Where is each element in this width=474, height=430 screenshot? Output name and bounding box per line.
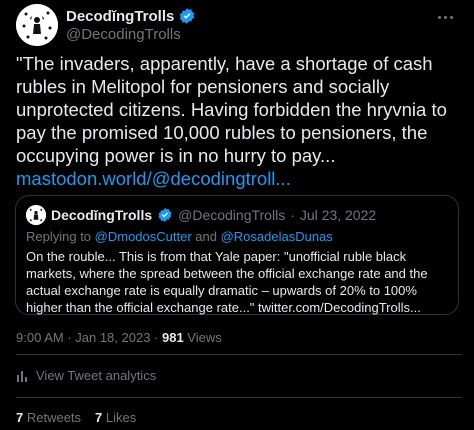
- quoted-date: Jul 23, 2022: [299, 207, 377, 223]
- quoted-tweet[interactable]: Decodĭng​Trolls @DecodingTrolls · Jul 23…: [15, 195, 459, 315]
- tweet-link[interactable]: mastodon.world/@decodingtroll...: [16, 168, 291, 189]
- replying-and: and: [191, 229, 221, 244]
- likes-stat[interactable]: 7 Likes: [95, 410, 136, 425]
- divider: [16, 397, 462, 398]
- retweets-stat[interactable]: 7 Retweets: [16, 410, 81, 425]
- mention-dmodoscutter[interactable]: @DmodosCutter: [95, 229, 192, 244]
- quoted-separator: ·: [290, 207, 295, 223]
- author-display-name[interactable]: Decodĭng​Trolls: [66, 8, 174, 25]
- divider: [16, 354, 462, 355]
- quoted-text: On the rouble... This is from that Yale …: [26, 249, 428, 315]
- tweet-timestamp-views: 9:00 AM · Jan 18, 2023 · 981 Views: [16, 330, 222, 345]
- mention-rosadelasdunas[interactable]: @RosadelasDunas: [221, 229, 333, 244]
- engagement-stats: 7 Retweets 7 Likes: [16, 410, 136, 425]
- verified-badge-icon: [178, 7, 196, 25]
- analytics-label: View Tweet analytics: [36, 368, 157, 383]
- views-label: Views: [183, 330, 222, 345]
- tweet-timestamp[interactable]: 9:00 AM · Jan 18, 2023 ·: [16, 330, 162, 345]
- views-count: 981: [161, 330, 184, 345]
- quoted-replying-to: Replying to @DmodosCutter and @Rosadelas…: [26, 229, 333, 244]
- bar-chart-icon: [16, 369, 30, 383]
- tweet-header: Decodĭng​Trolls @DecodingTrolls: [16, 0, 466, 50]
- tweet-text: "The invaders, apparently, have a shorta…: [16, 52, 462, 190]
- tweet-body: "The invaders, apparently, have a shorta…: [16, 53, 447, 166]
- quoted-verified-badge-icon: [157, 207, 173, 223]
- quoted-handle: @DecodingTrolls: [178, 207, 286, 223]
- retweets-label: Retweets: [23, 410, 82, 425]
- author-handle[interactable]: @DecodingTrolls: [66, 26, 181, 43]
- quoted-author-avatar: [26, 205, 46, 225]
- author-avatar[interactable]: [16, 4, 58, 46]
- replying-prefix: Replying to: [26, 229, 95, 244]
- quoted-display-name: Decodĭng​Trolls: [51, 207, 153, 223]
- likes-label: Likes: [102, 410, 137, 425]
- more-options-icon[interactable]: [432, 8, 458, 26]
- view-tweet-analytics-button[interactable]: View Tweet analytics: [16, 368, 156, 383]
